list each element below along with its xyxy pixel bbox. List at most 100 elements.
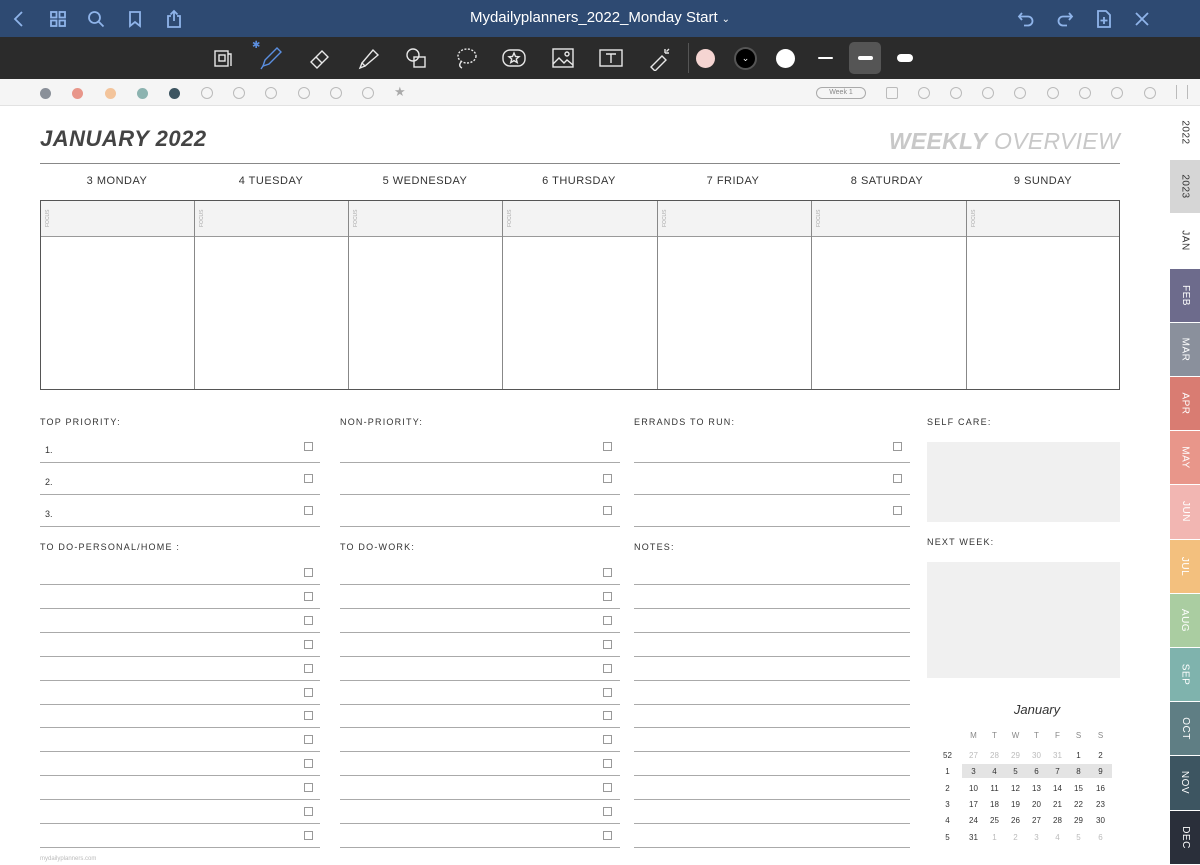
calendar-day[interactable]: 15 [1068, 784, 1089, 793]
checkbox[interactable] [304, 639, 313, 649]
stroke-width-medium[interactable] [849, 42, 881, 74]
tab-apr[interactable]: APR [1170, 377, 1200, 431]
calendar-day[interactable]: 3 [1026, 833, 1047, 842]
share-icon[interactable] [160, 5, 188, 33]
planner-page[interactable]: JANUARY 2022 WEEKLY OVERVIEW 3 MONDAY 4 … [0, 106, 1170, 865]
list-icon[interactable] [1176, 85, 1188, 99]
checkbox[interactable] [304, 615, 313, 625]
tab-aug[interactable]: AUG [1170, 593, 1200, 647]
calendar-day[interactable]: 31 [1047, 751, 1068, 760]
heart-icon[interactable] [886, 87, 898, 99]
calendar-day[interactable]: 1 [984, 833, 1005, 842]
calendar-day[interactable]: 31 [963, 833, 984, 842]
calendar-day[interactable]: 2 [1090, 751, 1111, 760]
checkbox[interactable] [304, 506, 313, 515]
calendar-day[interactable]: 11 [984, 784, 1005, 793]
lasso-icon[interactable] [451, 43, 481, 73]
checkbox[interactable] [603, 591, 612, 601]
calendar-day[interactable]: 29 [1005, 751, 1026, 760]
pen-icon[interactable] [256, 43, 286, 73]
checkbox[interactable] [603, 687, 612, 697]
tab-feb[interactable]: FEB [1170, 268, 1200, 322]
favorite-color-3[interactable] [105, 88, 116, 99]
calendar-day[interactable]: 3 [963, 767, 984, 776]
y-circle-icon[interactable] [1111, 87, 1123, 99]
calendar-day[interactable]: 7 [1047, 767, 1068, 776]
calendar-day[interactable]: 4 [1047, 833, 1068, 842]
calendar-day[interactable]: 25 [984, 816, 1005, 825]
smiley-icon[interactable] [982, 87, 994, 99]
checkbox[interactable] [304, 759, 313, 769]
calendar-day[interactable]: 26 [1005, 816, 1026, 825]
self-care-box[interactable] [927, 442, 1120, 522]
plus-circle-icon[interactable] [233, 87, 245, 99]
calendar-day[interactable]: 21 [1047, 800, 1068, 809]
checkbox[interactable] [304, 591, 313, 601]
empty-circle-icon[interactable] [298, 87, 310, 99]
checkbox[interactable] [603, 735, 612, 745]
checkbox[interactable] [603, 711, 612, 721]
color-swatch-white[interactable] [776, 49, 795, 68]
checkbox[interactable] [304, 807, 313, 816]
image-icon[interactable] [548, 43, 578, 73]
checkbox[interactable] [603, 506, 612, 515]
calendar-day[interactable]: 27 [963, 751, 984, 760]
checkbox[interactable] [304, 735, 313, 745]
n-circle-icon[interactable] [1014, 87, 1026, 99]
color-swatch-pink[interactable] [696, 49, 715, 68]
info-circle-icon[interactable] [1144, 87, 1156, 99]
tab-mar[interactable]: MAR [1170, 322, 1200, 376]
favorite-color-1[interactable] [40, 88, 51, 99]
calendar-day[interactable]: 22 [1068, 800, 1089, 809]
favorite-color-4[interactable] [137, 88, 148, 99]
calendar-day[interactable]: 23 [1090, 800, 1111, 809]
checkbox[interactable] [603, 807, 612, 816]
w-circle-icon[interactable] [950, 87, 962, 99]
tab-dec[interactable]: DEC [1170, 810, 1200, 864]
calendar-day[interactable]: 20 [1026, 800, 1047, 809]
search-icon[interactable] [82, 5, 110, 33]
checkbox[interactable] [603, 474, 612, 483]
checkbox[interactable] [893, 442, 902, 451]
half-circle-icon[interactable] [362, 87, 374, 99]
tab-jun[interactable]: JUN [1170, 485, 1200, 539]
calendar-day[interactable]: 6 [1090, 833, 1111, 842]
tab-jul[interactable]: JUL [1170, 539, 1200, 593]
page-select-icon[interactable] [208, 43, 238, 73]
calendar-day[interactable]: 2 [1005, 833, 1026, 842]
week-grid[interactable]: FOCUS FOCUS FOCUS FOCUS FOCUS FOCUS FOCU… [40, 200, 1120, 390]
checkbox[interactable] [603, 663, 612, 673]
tab-jan[interactable]: JAN [1170, 214, 1200, 268]
calendar-day[interactable]: 29 [1068, 816, 1089, 825]
checkbox[interactable] [603, 442, 612, 451]
calendar-day[interactable]: 18 [984, 800, 1005, 809]
checkbox[interactable] [603, 615, 612, 625]
calendar-day[interactable]: 30 [1090, 816, 1111, 825]
text-icon[interactable] [596, 43, 626, 73]
checkbox[interactable] [304, 568, 313, 577]
calendar-day[interactable]: 17 [963, 800, 984, 809]
calendar-day[interactable]: 12 [1005, 784, 1026, 793]
checkbox[interactable] [304, 711, 313, 721]
stroke-width-thin[interactable] [809, 42, 841, 74]
pencil-circle-icon[interactable] [918, 87, 930, 99]
checkbox[interactable] [603, 639, 612, 649]
laser-pointer-icon[interactable] [645, 43, 675, 73]
calendar-day[interactable]: 16 [1090, 784, 1111, 793]
checkbox[interactable] [304, 687, 313, 697]
bookmark-icon[interactable] [121, 5, 149, 33]
calendar-day[interactable]: 5 [1005, 767, 1026, 776]
checkbox[interactable] [304, 830, 313, 840]
tab-2022[interactable]: 2022 [1170, 106, 1200, 160]
checkbox[interactable] [893, 474, 902, 483]
calendar-day[interactable]: 24 [963, 816, 984, 825]
shapes-icon[interactable] [402, 43, 432, 73]
checkbox[interactable] [304, 663, 313, 673]
back-icon[interactable] [5, 5, 33, 33]
tab-may[interactable]: MAY [1170, 431, 1200, 485]
document-title-button[interactable]: Mydailyplanners_2022_Monday Start ⌄ [470, 9, 730, 26]
calendar-day[interactable]: 27 [1026, 816, 1047, 825]
tab-oct[interactable]: OCT [1170, 702, 1200, 756]
highlighter-icon[interactable] [354, 43, 384, 73]
tab-2023[interactable]: 2023 [1170, 160, 1200, 214]
